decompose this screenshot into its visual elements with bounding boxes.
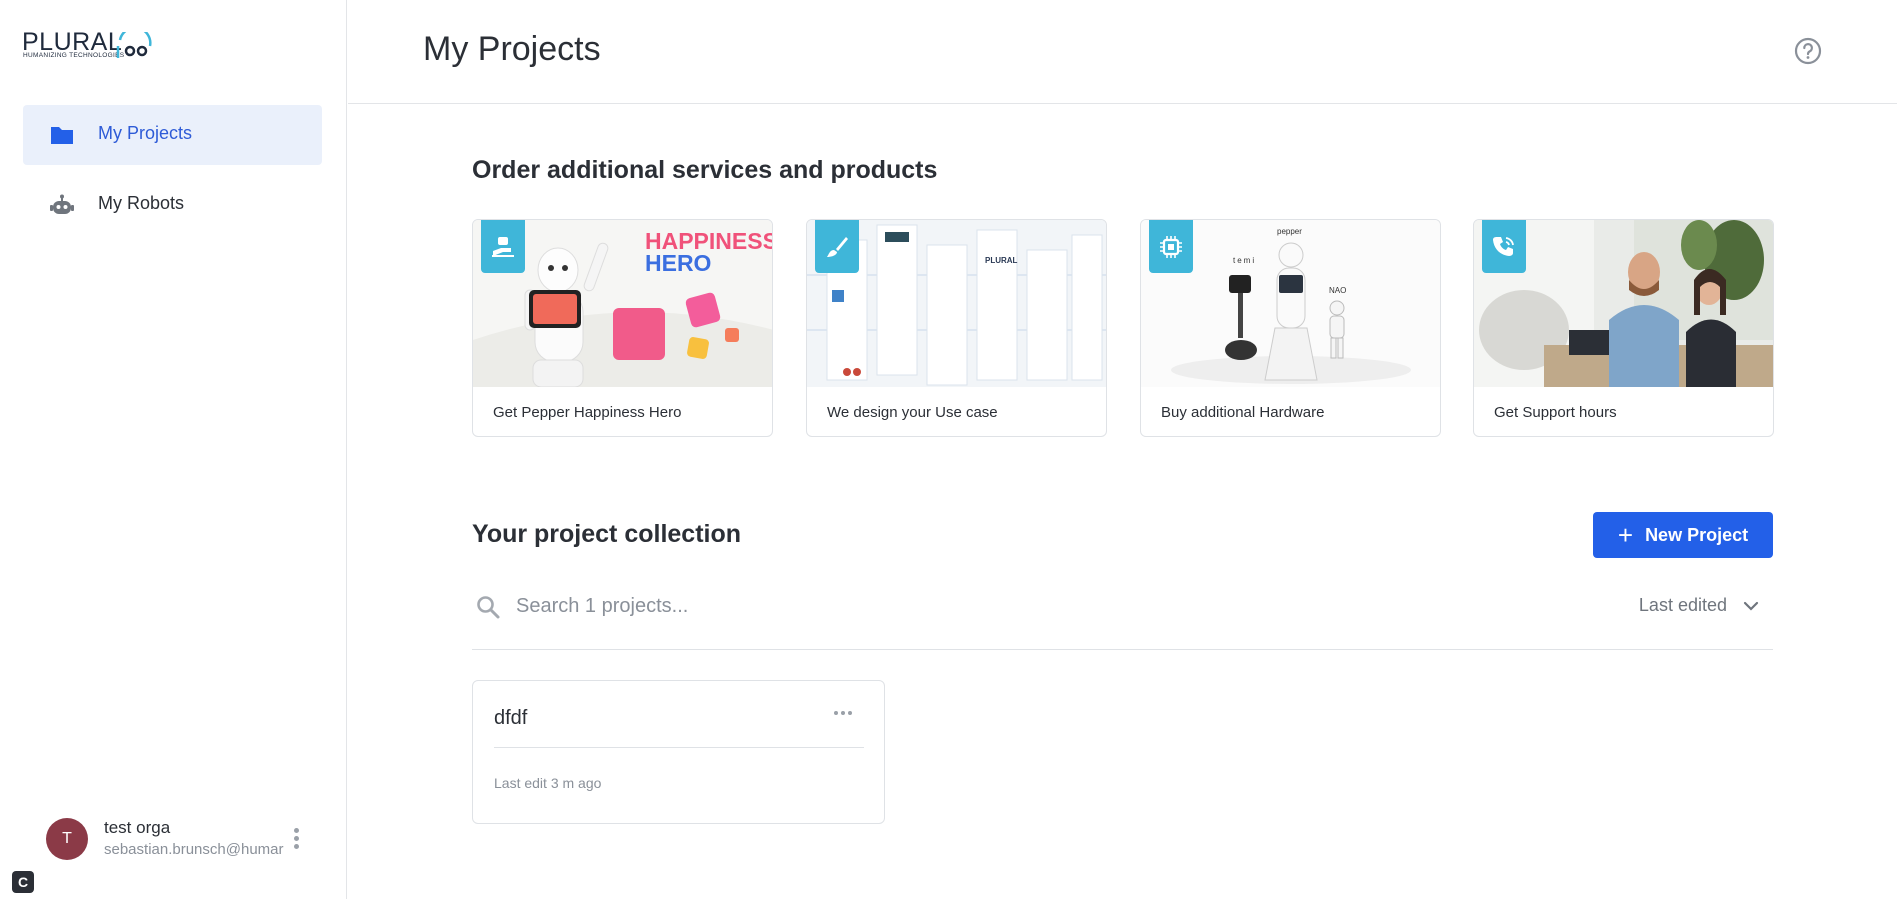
service-card-label: Get Support hours [1494,404,1617,421]
help-circle-icon[interactable] [1794,37,1822,65]
service-card-hardware[interactable]: pepper temi NAO Buy additional Hardware [1140,219,1441,437]
sidebar-item-label: My Projects [98,123,193,143]
plural-mini-text: PLURAL [985,256,1018,265]
user-email: sebastian.brunsch@humar [104,841,284,858]
phone-icon [1493,236,1514,256]
chevron-down-icon [1743,601,1759,611]
chip-icon [1160,235,1182,258]
service-badge [1149,220,1193,273]
sidebar-item-my-projects[interactable]: My Projects [23,105,322,165]
page-title: My Projects [423,30,601,68]
service-card-label: Get Pepper Happiness Hero [493,404,682,421]
folder-icon [51,127,73,144]
robot-icon [50,194,74,214]
sidebar: PLURAL HUMANIZING TECHNOLOGIES My Projec… [0,0,347,899]
hand-robot-icon [492,236,514,257]
corner-app-icon[interactable]: C [12,871,34,893]
page-header: My Projects [348,0,1897,104]
user-profile[interactable]: T test orga sebastian.brunsch@humar [46,816,316,864]
service-badge [815,220,859,273]
new-project-label: New Project [1645,524,1749,545]
services-title: Order additional services and products [472,156,938,184]
hero-text: HERO [645,250,712,276]
sidebar-item-my-robots[interactable]: My Robots [23,175,322,235]
pepper-text: pepper [1277,227,1302,236]
new-project-button[interactable]: + New Project [1593,512,1773,558]
service-badge [1482,220,1526,273]
user-menu-kebab-icon[interactable] [291,828,301,854]
user-name: test orga [104,818,171,837]
project-card[interactable]: dfdf Last edit 3 m ago [472,680,885,824]
search-icon [477,596,500,619]
project-more-icon[interactable] [834,707,854,719]
temi-text: temi [1233,256,1257,265]
project-last-edit: Last edit 3 m ago [494,775,602,791]
logo-eyes-icon [116,32,152,58]
project-name: dfdf [494,707,528,729]
service-badge [481,220,525,273]
brush-icon [827,236,848,257]
service-card-label: We design your Use case [827,404,998,421]
search-input[interactable] [516,590,1116,622]
sort-label: Last edited [1638,595,1727,615]
plural-logo[interactable]: PLURAL HUMANIZING TECHNOLOGIES [22,28,152,64]
plus-icon: + [1617,520,1634,550]
service-card-support[interactable]: Get Support hours [1473,219,1774,437]
divider [494,747,864,748]
nao-text: NAO [1329,286,1347,295]
project-search-bar: Last edited [472,580,1773,650]
service-card-happiness-hero[interactable]: HAPPINESS HERO Get Pepper Happiness Hero [472,219,773,437]
collection-title: Your project collection [472,520,742,548]
service-card-label: Buy additional Hardware [1161,404,1325,421]
sort-dropdown[interactable]: Last edited [1639,595,1759,616]
sidebar-item-label: My Robots [98,193,185,213]
service-card-design-use-case[interactable]: PLURAL We design your Use case [806,219,1107,437]
avatar: T [46,818,88,860]
